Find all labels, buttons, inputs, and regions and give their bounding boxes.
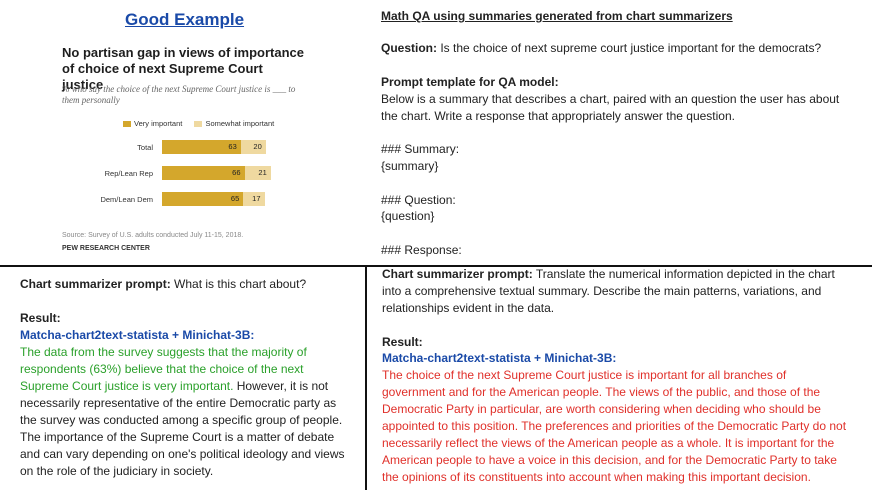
bl-green-line-3: Supreme Court justice is very important. [20, 379, 234, 393]
bar-somewhat-important: 21 [244, 166, 271, 180]
br-red-line-5: necessarily reflect the views of the Ame… [382, 436, 835, 450]
br-red-line-6: American people to have a voice in this … [382, 453, 837, 467]
legend-label-somewhat: Somewhat important [205, 119, 275, 128]
legend-swatch-very [123, 121, 131, 128]
br-red-line-3: Democratic Party in particular, are wort… [382, 402, 821, 416]
bl-black-line-5: on the role of the judiciary in society. [20, 464, 214, 478]
bl-prompt-label: Chart summarizer prompt: [20, 277, 171, 291]
br-prompt-line-2: into a comprehensive textual summary. De… [382, 284, 822, 298]
good-example-title: Good Example [125, 10, 245, 29]
bl-prompt-text: What is this chart about? [174, 277, 307, 291]
summary-header: ### Summary: [381, 142, 460, 156]
chart-source: Source: Survey of U.S. adults conducted … [62, 232, 244, 239]
bl-black-line-2: the survey was conducted among a specifi… [20, 413, 343, 427]
br-red-line-1: The choice of the next Supreme Court jus… [382, 368, 787, 382]
bar-somewhat-important: 17 [243, 192, 265, 206]
br-prompt-text-1: Translate the numerical information depi… [535, 267, 835, 281]
bl-green-line-1: The data from the survey suggests that t… [20, 345, 307, 359]
math-qa-title: Math QA using summaries generated from c… [381, 9, 733, 23]
question-label: Question: [381, 41, 437, 55]
response-header: ### Response: [381, 243, 462, 257]
br-red-line-7: the opinions of its constituents into ac… [382, 470, 811, 484]
bl-prompt-line: Chart summarizer prompt: What is this ch… [20, 276, 306, 293]
bar-very-important: 65 [162, 192, 244, 206]
bar-very-important: 66 [162, 166, 245, 180]
chart-subtitle: % who say the choice of the next Supreme… [62, 84, 296, 105]
bar-category-label: Total [137, 143, 153, 152]
bl-green-line-2: respondents (63%) believe that the choic… [20, 362, 304, 376]
question-text: Is the choice of next supreme court just… [440, 41, 822, 55]
summary-var: {summary} [381, 159, 439, 173]
prompt-line-2: the chart. Write a response that appropr… [381, 109, 735, 123]
br-red-line-4: appointed to this position. The preferen… [382, 419, 847, 433]
bl-black-tail: However, it is not [236, 379, 329, 393]
bl-black-line-4: and can vary depending on one's politica… [20, 447, 345, 461]
divider-horizontal-left [0, 265, 365, 267]
bl-mixed-line: Supreme Court justice is very important.… [20, 378, 328, 395]
br-model-name: Matcha-chart2text-statista + Minichat-3B… [382, 351, 617, 365]
chart-credit: PEW RESEARCH CENTER [62, 245, 150, 252]
bl-result-label: Result: [20, 311, 61, 325]
legend-label-very: Very important [134, 119, 183, 128]
bl-model-name: Matcha-chart2text-statista + Minichat-3B… [20, 328, 255, 342]
prompt-template-label: Prompt template for QA model: [381, 75, 559, 89]
divider-vertical [365, 265, 367, 490]
prompt-line-1: Below is a summary that describes a char… [381, 92, 840, 106]
br-prompt-line-1: Chart summarizer prompt: Translate the n… [382, 266, 835, 283]
legend-item-somewhat: Somewhat important [194, 119, 274, 128]
bar-category-label: Rep/Lean Rep [104, 169, 153, 178]
bl-black-line-3: The importance of the Supreme Court is a… [20, 430, 335, 444]
question-header: ### Question: [381, 193, 456, 207]
bar-very-important: 63 [162, 140, 241, 154]
br-prompt-label: Chart summarizer prompt: [382, 267, 533, 281]
question-line: Question: Is the choice of next supreme … [381, 40, 821, 57]
bl-black-line-1: necessarily representative of the entire… [20, 396, 337, 410]
legend-swatch-somewhat [194, 121, 203, 128]
br-result-label: Result: [382, 335, 423, 349]
legend-item-very: Very important [123, 119, 184, 128]
question-var: {question} [381, 209, 435, 223]
chart-legend: Very important Somewhat important [123, 119, 284, 128]
bar-somewhat-important: 20 [240, 140, 266, 154]
br-red-line-2: government and for the American people. … [382, 385, 821, 399]
br-prompt-line-3: relationships evident in the data. [382, 301, 555, 315]
bar-category-label: Dem/Lean Dem [100, 195, 153, 204]
